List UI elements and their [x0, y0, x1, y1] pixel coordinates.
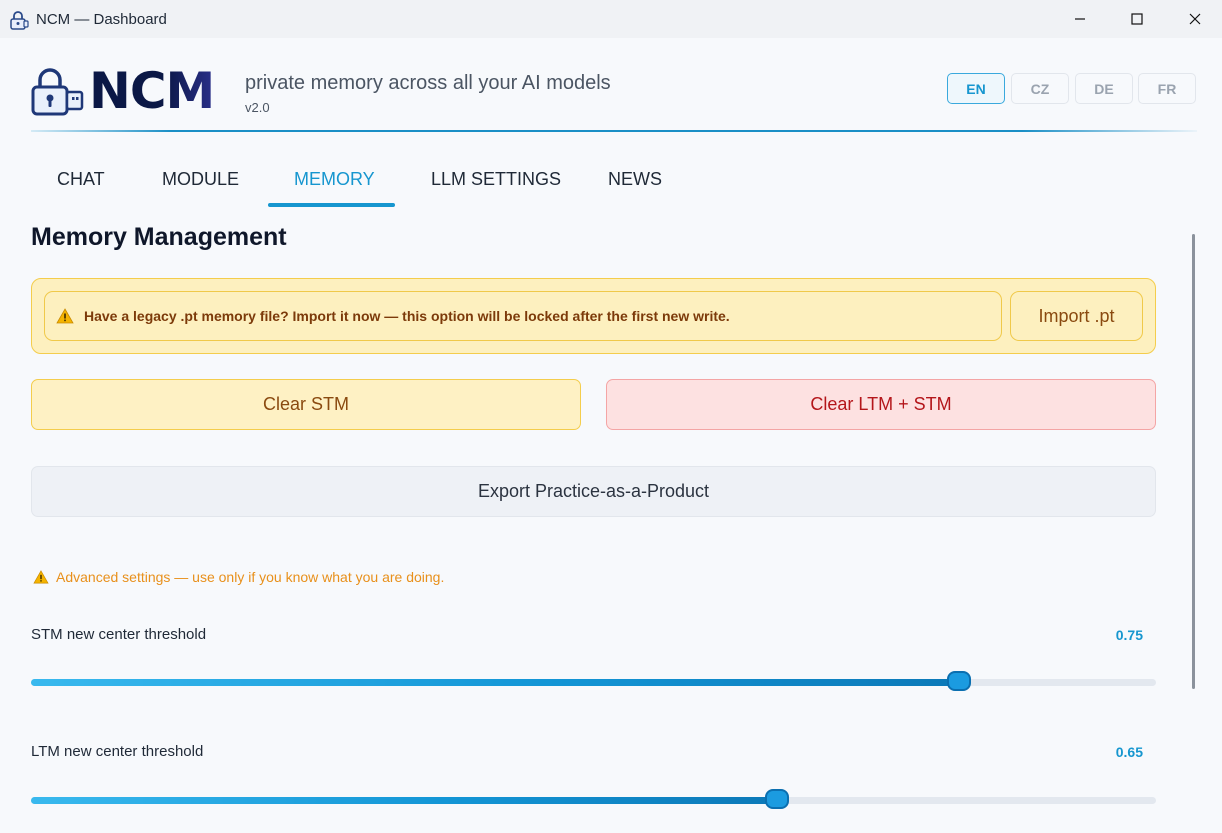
lang-button-cz[interactable]: CZ — [1011, 73, 1069, 104]
tab-memory[interactable]: MEMORY — [294, 169, 375, 190]
tab-llm-settings[interactable]: LLM SETTINGS — [431, 169, 561, 190]
advanced-settings-warning: Advanced settings — use only if you know… — [33, 569, 444, 585]
stm-threshold-label: STM new center threshold — [31, 626, 207, 643]
ltm-threshold-value: 0.65 — [1115, 744, 1143, 760]
legacy-notice-text: Have a legacy .pt memory file? Import it… — [84, 308, 730, 324]
window-titlebar: NCM — Dashboard — [0, 0, 1222, 38]
active-tab-indicator — [268, 203, 395, 207]
warning-triangle-icon — [33, 570, 49, 584]
tagline: private memory across all your AI models — [245, 72, 611, 94]
lock-usb-icon — [31, 68, 84, 116]
advanced-warning-text: Advanced settings — use only if you know… — [56, 569, 445, 585]
clear-stm-button[interactable]: Clear STM — [31, 379, 581, 430]
slider-thumb[interactable] — [947, 671, 972, 691]
import-pt-button[interactable]: Import .pt — [1010, 291, 1143, 341]
legacy-notice: Have a legacy .pt memory file? Import it… — [44, 291, 1002, 341]
export-practice-button[interactable]: Export Practice-as-a-Product — [31, 466, 1156, 517]
ltm-threshold-slider[interactable] — [31, 789, 1156, 809]
scrollbar[interactable] — [1192, 234, 1195, 689]
slider-thumb[interactable] — [764, 789, 789, 809]
stm-threshold-value: 0.75 — [1115, 627, 1143, 643]
tab-news[interactable]: NEWS — [608, 169, 662, 190]
page-title: Memory Management — [31, 223, 287, 251]
lang-button-en[interactable]: EN — [947, 73, 1005, 104]
tab-module[interactable]: MODULE — [162, 169, 239, 190]
window-title: NCM — Dashboard — [36, 11, 167, 28]
warning-triangle-icon — [56, 308, 74, 324]
lang-button-de[interactable]: DE — [1075, 73, 1133, 104]
stm-threshold-slider[interactable] — [31, 671, 1156, 691]
close-button[interactable] — [1166, 0, 1222, 38]
tab-chat[interactable]: CHAT — [57, 169, 105, 190]
slider-fill — [31, 679, 960, 686]
app-content: NCM private memory across all your AI mo… — [0, 38, 1222, 833]
version-label: v2.0 — [245, 100, 270, 115]
close-icon — [1189, 13, 1201, 25]
lang-button-fr[interactable]: FR — [1138, 73, 1196, 104]
ltm-threshold-label: LTM new center threshold — [31, 743, 204, 760]
slider-fill — [31, 797, 777, 804]
logo-wordmark: NCM — [89, 62, 215, 120]
minimize-button[interactable] — [1051, 0, 1109, 38]
minimize-icon — [1075, 18, 1085, 20]
header-divider — [31, 130, 1197, 132]
legacy-import-panel: Have a legacy .pt memory file? Import it… — [31, 278, 1156, 354]
maximize-icon — [1131, 13, 1143, 25]
app-lock-icon — [10, 11, 29, 30]
clear-ltm-stm-button[interactable]: Clear LTM + STM — [606, 379, 1156, 430]
maximize-button[interactable] — [1108, 0, 1166, 38]
